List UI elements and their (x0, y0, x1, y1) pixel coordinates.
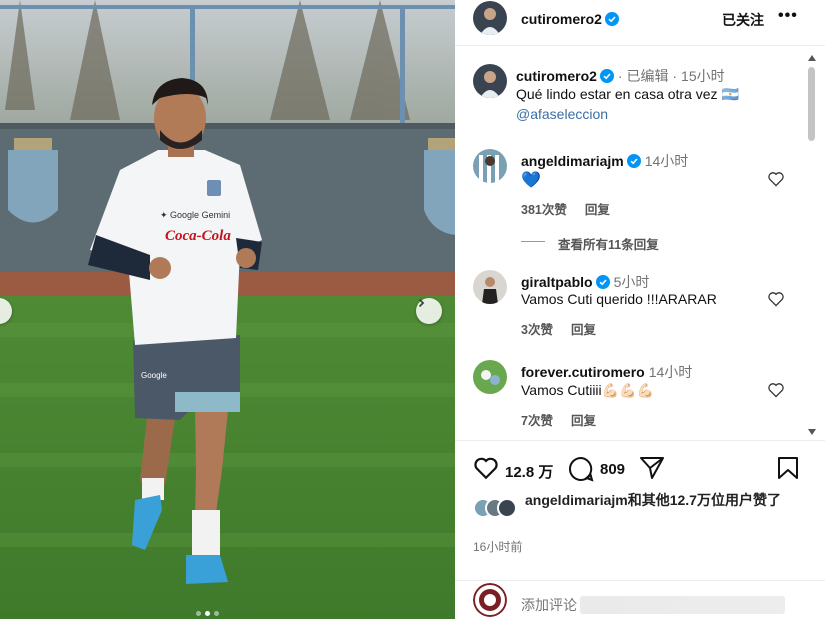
comment-text: Vamos Cuti querido !!!ARARAR (521, 291, 717, 307)
comment-username[interactable]: angeldimariajm (521, 153, 624, 169)
author-username[interactable]: cutiromero2 (521, 11, 602, 27)
comment-likes-count[interactable]: 381次赞 (521, 203, 567, 217)
shorts-sponsor: Google (141, 371, 167, 380)
view-all-replies-button[interactable]: 查看所有11条回复 (558, 234, 659, 253)
current-user-avatar[interactable] (473, 583, 507, 617)
reply-button[interactable]: 回复 (571, 323, 596, 337)
comment-header: forever.cutiromero 14小时 (521, 362, 692, 382)
post-time-ago[interactable]: 16小时前 (473, 538, 522, 555)
player-photo-illustration: ✦ Google Gemini Coca-Cola Google (0, 0, 455, 619)
post-photo[interactable]: ✦ Google Gemini Coca-Cola Google (0, 0, 455, 619)
liker-avatar (497, 498, 517, 518)
comment-actions: 7次赞 回复 (521, 410, 614, 429)
liked-by-avatars[interactable] (473, 498, 521, 518)
comment-text: Vamos Cutiiii💪🏻💪🏻💪🏻 (521, 382, 654, 398)
share-paper-plane-icon[interactable] (639, 456, 665, 480)
likes-count[interactable]: 12.8 万 (505, 461, 553, 482)
post-detail-panel: cutiromero2 已关注 ••• cutiromero2 · 已编辑 · 15… (455, 0, 825, 619)
post-actions-section: 12.8 万 809 angeldimariajm和其他12.7万位用户赞了 1… (455, 440, 825, 619)
commenter-avatar[interactable] (473, 270, 507, 304)
post-header: cutiromero2 已关注 ••• (455, 0, 825, 46)
comment-header: angeldimariajm 14小时 (521, 151, 688, 171)
scroll-thumb[interactable] (808, 67, 815, 141)
like-comment-heart-icon[interactable] (767, 291, 785, 307)
comment-time: 14小时 (644, 153, 689, 169)
caption-mention-link[interactable]: @afaseleccion (516, 106, 608, 122)
verified-badge-icon (595, 275, 610, 289)
carousel-dots (196, 611, 219, 616)
caption-time: 15小时 (681, 68, 725, 84)
jersey-sponsor-gemini: ✦ Google Gemini (160, 210, 230, 220)
caption-username[interactable]: cutiromero2 (516, 68, 597, 84)
add-comment-row: 添加评论 (455, 580, 825, 619)
comments-scrollbar[interactable] (805, 55, 819, 437)
commenter-avatar[interactable] (473, 360, 507, 394)
reply-button[interactable]: 回复 (571, 414, 596, 428)
like-heart-icon[interactable] (473, 456, 499, 480)
comment-actions: 3次赞 回复 (521, 319, 614, 338)
add-comment-input[interactable]: 添加评论 (521, 595, 577, 615)
caption-header: cutiromero2 · 已编辑 · 15小时 (516, 66, 725, 86)
scroll-down-arrow-icon[interactable] (808, 429, 816, 435)
reply-button[interactable]: 回复 (585, 203, 610, 217)
comments-list: cutiromero2 · 已编辑 · 15小时 Qué lindo estar e… (455, 46, 805, 440)
carousel-dot-active[interactable] (205, 611, 210, 616)
comment-header: giraltpablo 5小时 (521, 272, 649, 292)
comment-username[interactable]: forever.cutiromero (521, 364, 645, 380)
comment-username[interactable]: giraltpablo (521, 274, 593, 290)
comment-likes-count[interactable]: 3次赞 (521, 323, 553, 337)
carousel-dot[interactable] (214, 611, 219, 616)
afa-badge (207, 180, 221, 196)
save-bookmark-icon[interactable] (777, 456, 799, 480)
like-comment-heart-icon[interactable] (767, 171, 785, 187)
comment-time: 14小时 (648, 364, 693, 380)
comments-count[interactable]: 809 (600, 461, 625, 478)
chevron-right-icon (418, 298, 425, 308)
liked-by-text[interactable]: angeldimariajm和其他12.7万位用户赞了 (525, 491, 797, 510)
verified-badge-icon (599, 69, 614, 83)
comment-bubble-icon[interactable] (568, 456, 594, 482)
caption-text: Qué lindo estar en casa otra vez 🇦🇷 (516, 86, 739, 102)
verified-badge-icon (604, 12, 619, 26)
caption-edited-label: · 已编辑 · (617, 68, 678, 84)
author-avatar[interactable] (473, 1, 507, 35)
scroll-up-arrow-icon[interactable] (808, 55, 816, 61)
jersey-sponsor-cocacola: Coca-Cola (165, 228, 231, 244)
comment-likes-count[interactable]: 7次赞 (521, 414, 553, 428)
verified-badge-icon (626, 154, 641, 168)
following-button[interactable]: 已关注 (722, 10, 764, 30)
blurred-overlay (580, 596, 785, 614)
more-options-button[interactable]: ••• (778, 7, 798, 25)
carousel-dot[interactable] (196, 611, 201, 616)
comment-text: 💙 (521, 172, 541, 189)
afa-crest-left (8, 138, 58, 223)
caption-author-avatar[interactable] (473, 64, 507, 98)
like-comment-heart-icon[interactable] (767, 382, 785, 398)
commenter-avatar[interactable] (473, 149, 507, 183)
comment-actions: 381次赞 回复 (521, 199, 628, 218)
comment-time: 5小时 (613, 274, 650, 290)
next-photo-button[interactable] (416, 298, 442, 324)
replies-divider (521, 241, 545, 242)
